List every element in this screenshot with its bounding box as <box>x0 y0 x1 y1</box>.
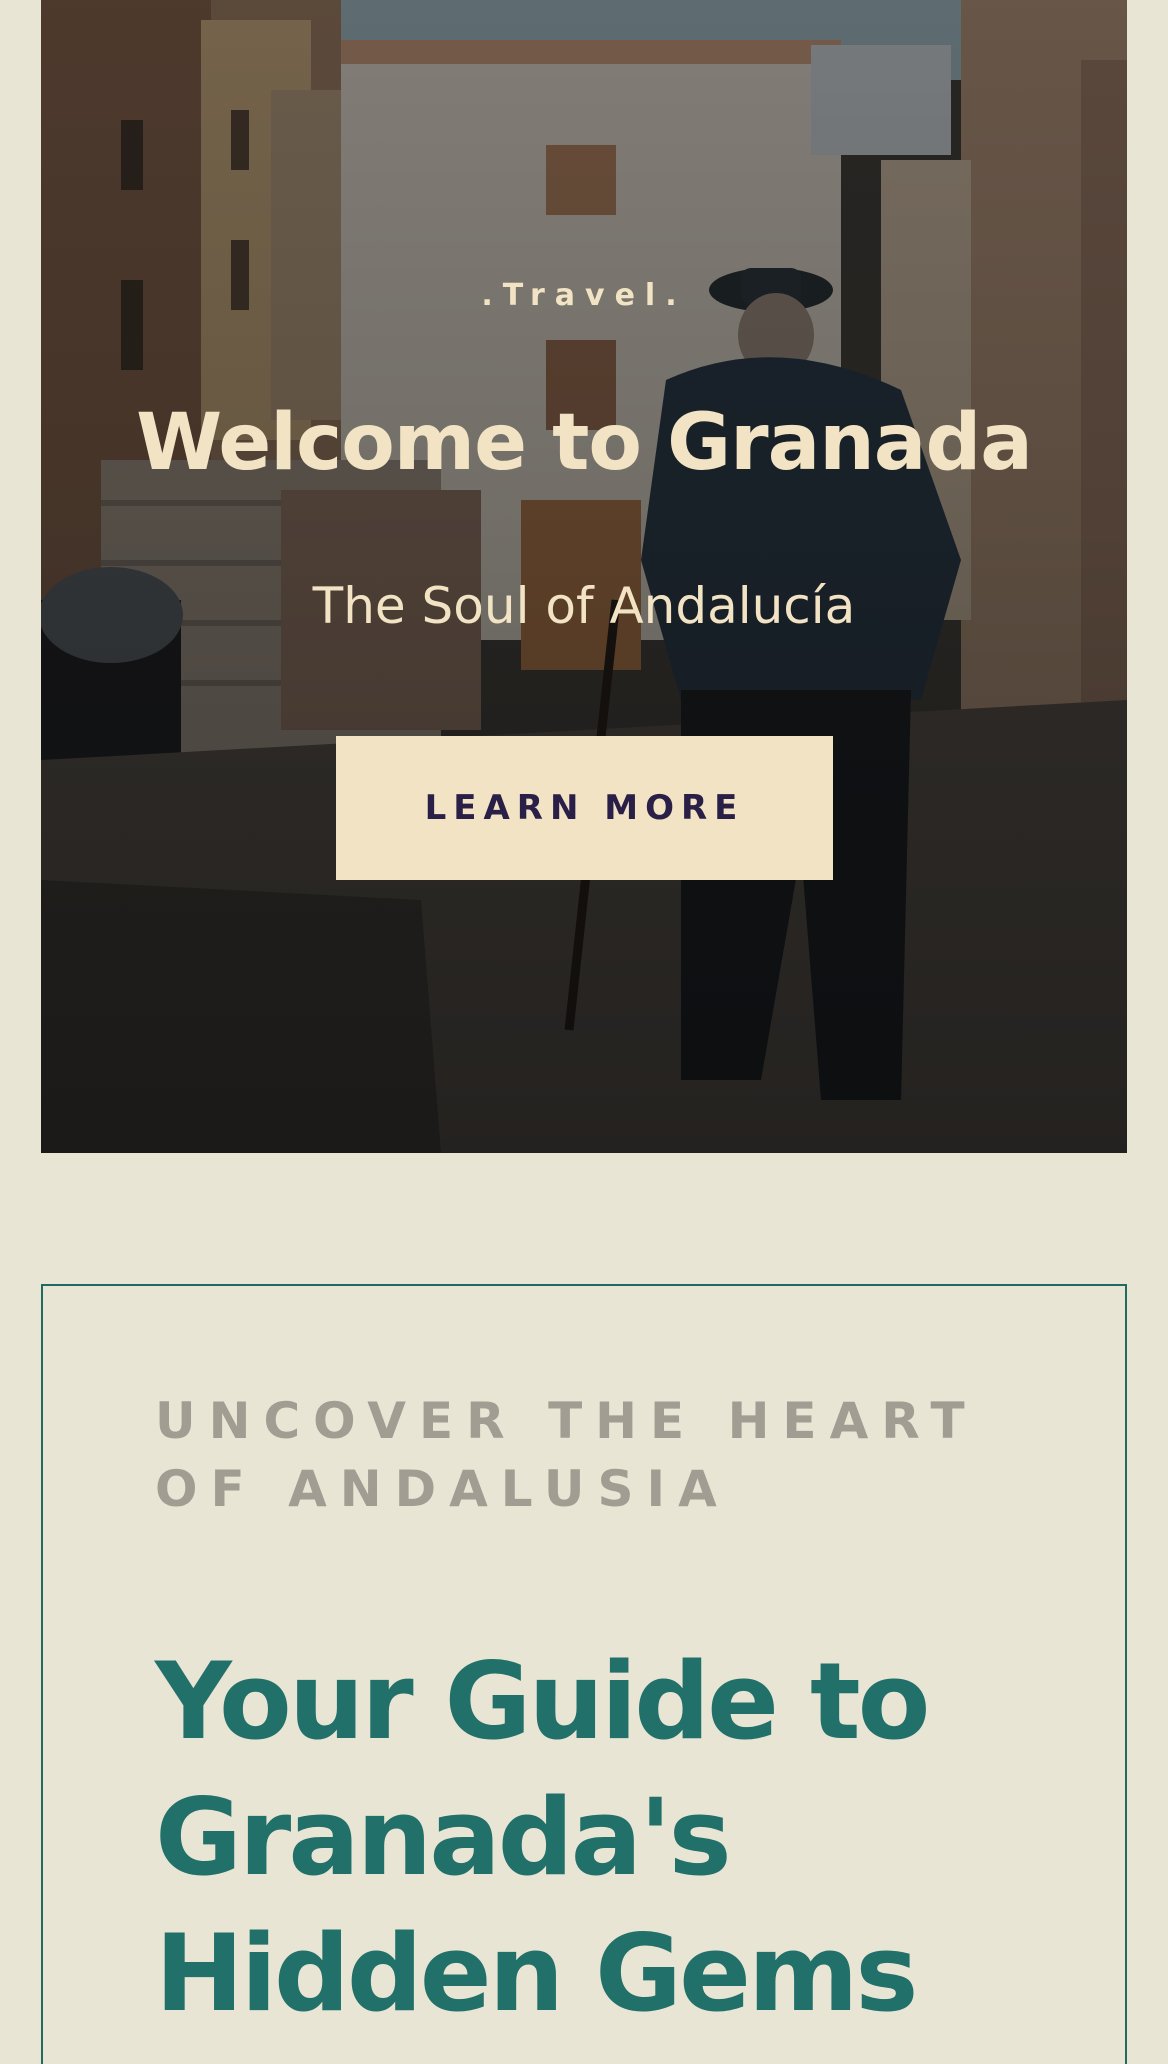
intro-card: UNCOVER THE HEART OF ANDALUSIA Your Guid… <box>41 1284 1127 2064</box>
intro-title: Your Guide to Granada's Hidden Gems <box>155 1640 930 2035</box>
hero-title: Welcome to Granada <box>136 398 1033 488</box>
hero-subtitle: The Soul of Andalucía <box>312 577 856 635</box>
hero-content: .Travel. Welcome to Granada The Soul of … <box>41 0 1127 1153</box>
hero-eyebrow: .Travel. <box>481 278 687 313</box>
hero-section: .Travel. Welcome to Granada The Soul of … <box>41 0 1127 1153</box>
intro-eyebrow: UNCOVER THE HEART OF ANDALUSIA <box>155 1392 978 1518</box>
learn-more-button[interactable]: LEARN MORE <box>336 736 833 880</box>
